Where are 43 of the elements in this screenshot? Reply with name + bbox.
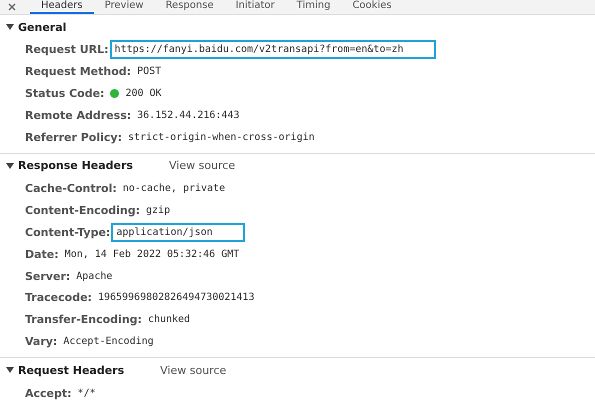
expand-triangle-icon[interactable] — [6, 162, 14, 170]
header-name: Content-Type: — [25, 226, 110, 239]
tab[interactable]: Headers — [30, 0, 94, 14]
tab[interactable]: Initiator — [224, 0, 286, 14]
header-value: Accept-Encoding — [63, 336, 154, 347]
expand-triangle-icon[interactable] — [6, 23, 14, 31]
header-value: gzip — [146, 205, 170, 216]
tab[interactable]: Preview — [94, 0, 155, 14]
view-source-link[interactable]: View source — [160, 364, 226, 377]
tab[interactable]: Cookies — [341, 0, 403, 14]
header-name: Request Method: — [25, 65, 132, 78]
header-name: Accept: — [25, 386, 72, 400]
section-title: Request Headers — [18, 364, 124, 377]
header-value: no-cache, private — [122, 183, 226, 194]
view-source-link[interactable]: View source — [168, 159, 236, 172]
header-name: Content-Encoding: — [25, 204, 140, 218]
header-value: POST — [137, 66, 162, 78]
header-value: strict-origin-when-cross-origin — [128, 132, 315, 143]
header-name: Status Code: — [25, 86, 104, 100]
tab[interactable]: Response — [154, 0, 225, 14]
header-name: Cache-Control: — [25, 182, 117, 196]
expand-triangle-icon[interactable] — [6, 366, 14, 374]
tab[interactable]: Timing — [286, 0, 342, 14]
header-value: https://fanyi.baidu.com/v2transapi?from=en&to=zh — [114, 44, 404, 56]
header-name: Referrer Policy: — [25, 130, 122, 144]
header-name: Transfer-Encoding: — [25, 313, 142, 326]
section-title: General — [18, 20, 66, 34]
header-name: Date: — [25, 248, 59, 261]
header-name: Remote Address: — [25, 108, 132, 122]
header-value: 36.152.44.216:443 — [137, 110, 240, 121]
header-value: chunked — [148, 314, 190, 326]
header-name: Tracecode: — [25, 291, 92, 304]
header-value: 200 OK — [125, 88, 162, 99]
header-name: Request URL: — [25, 43, 109, 56]
section-title: Response Headers — [18, 159, 133, 172]
header-value: application/json — [116, 226, 213, 238]
header-name: Vary: — [25, 334, 58, 348]
header-value: */* — [78, 388, 96, 399]
header-value: Apache — [76, 270, 112, 282]
close-icon[interactable] — [8, 3, 16, 11]
header-name: Server: — [25, 270, 70, 283]
header-value: Mon, 14 Feb 2022 05:32:46 GMT — [64, 248, 240, 260]
header-value: 19659969802826494730021413 — [98, 292, 254, 304]
